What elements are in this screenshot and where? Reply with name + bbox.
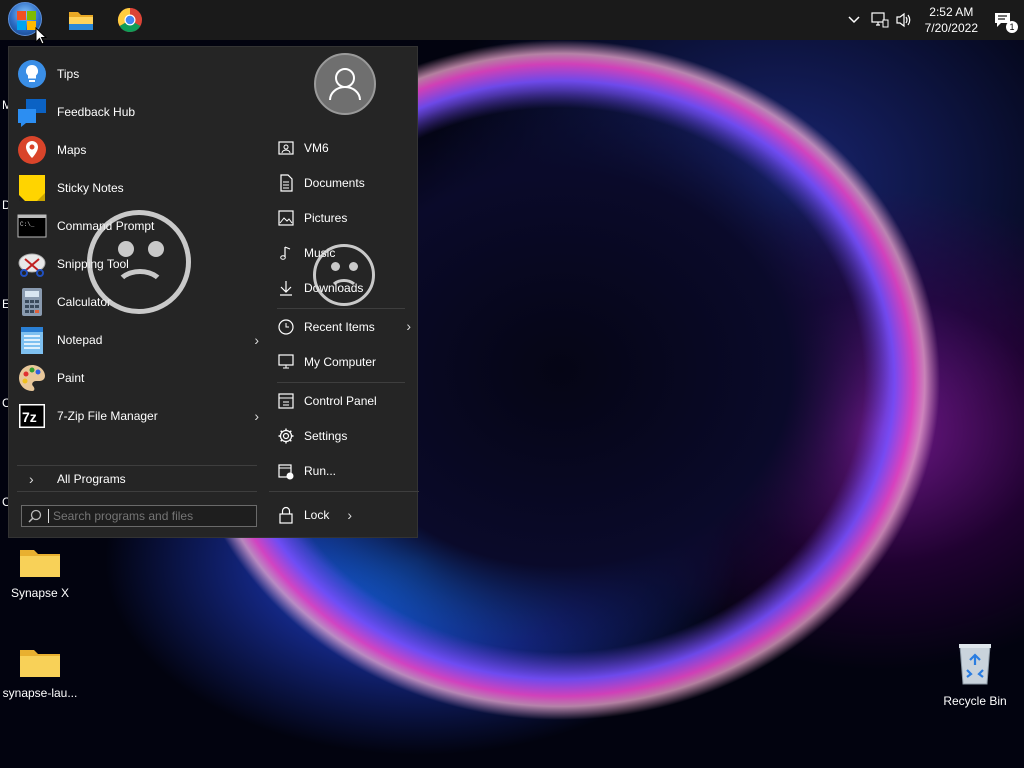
chevron-right-icon: › xyxy=(254,332,259,348)
place-label: Settings xyxy=(304,429,348,443)
place-item-run[interactable]: Run... xyxy=(277,456,411,486)
clock-icon xyxy=(277,318,295,336)
search-box[interactable] xyxy=(21,505,257,527)
taskbar-clock[interactable]: 2:52 AM 7/20/2022 xyxy=(925,4,978,36)
svg-text:7z: 7z xyxy=(22,409,37,425)
user-avatar[interactable] xyxy=(314,53,376,115)
feedback-hub-icon xyxy=(17,97,47,127)
chrome-icon xyxy=(117,7,142,33)
place-item-pictures[interactable]: Pictures xyxy=(277,203,411,233)
network-icon[interactable] xyxy=(869,9,891,31)
app-label: Feedback Hub xyxy=(57,105,136,119)
app-item-notepad[interactable]: Notepad › xyxy=(17,322,261,358)
chevron-right-icon: › xyxy=(254,408,259,424)
start-menu: Tips Feedback Hub Maps Sticky Notes C:\_ xyxy=(8,46,419,538)
place-label: Recent Items xyxy=(304,320,375,334)
place-label: My Computer xyxy=(304,355,377,369)
map-pin-icon xyxy=(17,135,47,165)
separator xyxy=(17,491,257,492)
download-icon xyxy=(277,279,295,297)
clock-time: 2:52 AM xyxy=(929,5,974,19)
place-label: VM6 xyxy=(304,141,329,155)
picture-icon xyxy=(277,209,295,227)
folder-icon xyxy=(19,646,61,678)
file-explorer-taskbar-button[interactable] xyxy=(67,6,95,34)
lock-label: Lock xyxy=(304,508,330,522)
app-label: 7-Zip File Manager xyxy=(57,409,158,423)
desktop-icon-recycle-bin[interactable]: Recycle Bin xyxy=(935,642,1015,708)
volume-icon[interactable] xyxy=(893,9,915,31)
lock-button[interactable]: Lock › xyxy=(277,501,367,529)
user-icon xyxy=(329,68,361,101)
place-item-documents[interactable]: Documents xyxy=(277,168,411,198)
separator xyxy=(277,382,405,383)
svg-text:C:\_: C:\_ xyxy=(20,221,35,228)
notification-count-badge: 1 xyxy=(1006,21,1018,33)
desktop-icon-label: Synapse X xyxy=(10,586,70,600)
terminal-icon: C:\_ xyxy=(17,211,47,241)
place-item-user-folder[interactable]: VM6 xyxy=(277,133,411,163)
music-icon xyxy=(277,244,295,262)
desktop-icon-label: Recycle Bin xyxy=(943,694,1007,708)
place-label: Documents xyxy=(304,176,365,190)
app-item-paint[interactable]: Paint xyxy=(17,360,261,396)
all-programs-button[interactable]: › All Programs xyxy=(17,465,261,493)
chevron-right-icon: › xyxy=(29,471,34,487)
7zip-icon: 7z xyxy=(17,401,47,431)
document-icon xyxy=(277,174,295,192)
lock-icon xyxy=(277,506,295,524)
sad-face-icon xyxy=(87,210,191,314)
taskbar: 2:52 AM 7/20/2022 1 xyxy=(0,0,1024,45)
mouse-cursor-icon xyxy=(35,27,47,45)
sticky-note-icon xyxy=(17,173,47,203)
place-item-settings[interactable]: Settings xyxy=(277,421,411,451)
app-item-sticky-notes[interactable]: Sticky Notes xyxy=(17,170,261,206)
app-label: Tips xyxy=(57,67,80,81)
app-item-feedback-hub[interactable]: Feedback Hub xyxy=(17,94,261,130)
app-label: Paint xyxy=(57,371,85,385)
chevron-right-icon: › xyxy=(347,507,353,523)
app-item-maps[interactable]: Maps xyxy=(17,132,261,168)
clock-date: 7/20/2022 xyxy=(924,21,978,35)
place-label: Pictures xyxy=(304,211,348,225)
palette-icon xyxy=(17,363,47,393)
place-item-control-panel[interactable]: Control Panel xyxy=(277,386,411,416)
notification-center-icon[interactable]: 1 xyxy=(992,9,1018,33)
chrome-taskbar-button[interactable] xyxy=(116,6,144,34)
desktop-icon-label: synapse-lau... xyxy=(2,686,78,700)
lightbulb-icon xyxy=(17,59,47,89)
notepad-icon xyxy=(17,325,47,355)
computer-icon xyxy=(277,353,295,371)
recycle-bin-icon xyxy=(957,642,993,686)
place-item-recent-items[interactable]: Recent Items › xyxy=(277,312,411,342)
calculator-icon xyxy=(17,287,47,317)
search-input[interactable] xyxy=(48,509,248,523)
run-icon xyxy=(277,462,295,480)
sad-face-icon xyxy=(313,244,375,306)
user-folder-icon xyxy=(277,139,295,157)
app-label: Notepad xyxy=(57,333,103,347)
search-icon xyxy=(22,509,48,523)
place-item-my-computer[interactable]: My Computer xyxy=(277,347,411,377)
app-item-7zip[interactable]: 7z 7-Zip File Manager › xyxy=(17,398,261,434)
app-label: Sticky Notes xyxy=(57,181,124,195)
desktop-icon-synapse-launcher[interactable]: synapse-lau... xyxy=(0,646,80,700)
folder-icon xyxy=(69,12,93,30)
gear-icon xyxy=(277,427,295,445)
place-label: Control Panel xyxy=(304,394,377,408)
place-label: Run... xyxy=(304,464,337,478)
chevron-up-icon[interactable] xyxy=(843,9,865,31)
app-item-tips[interactable]: Tips xyxy=(17,56,261,92)
separator xyxy=(277,308,405,309)
control-panel-icon xyxy=(277,392,295,410)
folder-icon xyxy=(19,546,61,578)
chevron-right-icon: › xyxy=(406,318,411,334)
system-tray: 2:52 AM 7/20/2022 1 xyxy=(843,0,1024,40)
all-programs-label: All Programs xyxy=(57,472,126,486)
app-label: Maps xyxy=(57,143,87,157)
separator xyxy=(269,491,419,492)
desktop-icon-synapse-x[interactable]: Synapse X xyxy=(0,546,80,600)
scissors-icon xyxy=(17,249,47,279)
